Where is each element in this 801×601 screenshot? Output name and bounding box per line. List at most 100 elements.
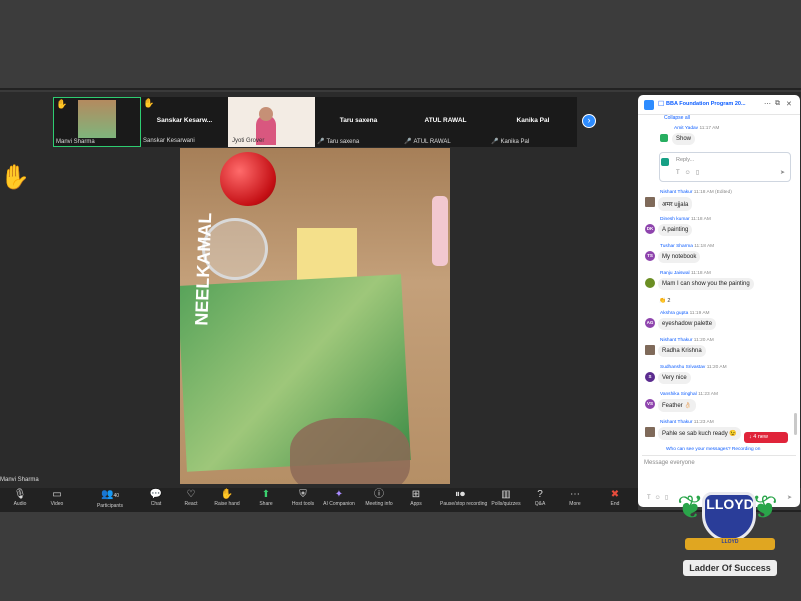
text-format-icon[interactable]: T: [676, 170, 685, 176]
participant-display-name: Sanskar Kesarw...: [156, 117, 213, 124]
participant-tile[interactable]: Taru saxena 🎤 Taru saxena: [315, 97, 402, 147]
close-icon[interactable]: ✕: [786, 100, 792, 108]
info-icon: ⓘ: [374, 489, 384, 500]
sender-name[interactable]: Nishant Thakur: [660, 190, 692, 195]
react-button[interactable]: ♡ React: [171, 488, 211, 507]
attach-icon[interactable]: ▯: [665, 495, 672, 501]
file-icon[interactable]: ▯: [696, 170, 704, 176]
sender-name[interactable]: Dinesh kumar: [660, 217, 690, 222]
team-chat-icon: ☐: [658, 101, 665, 108]
video-sticky-note: [297, 228, 357, 282]
tagline: Ladder Of Success: [683, 560, 777, 576]
sender-name[interactable]: Vanshika Singhal: [660, 392, 697, 397]
participant-name-row: 🎤 ATUL RAWAL: [404, 138, 451, 145]
chevron-right-icon: ›: [587, 115, 591, 125]
sender-name[interactable]: Nishant Thakur: [660, 420, 692, 425]
participant-tile[interactable]: ✋ Sanskar Kesarw... Sanskar Kesarwani: [141, 97, 228, 147]
avatar: [660, 134, 668, 142]
message-time: 11:20 AM: [693, 338, 714, 343]
sender-name[interactable]: Ranju Jaiswal: [660, 271, 690, 276]
who-can-see-link[interactable]: Who can see your messages? Recording on: [666, 447, 760, 452]
message-meta: Amit Yadav 11:17 AM: [674, 126, 719, 131]
popout-icon[interactable]: ⧉: [775, 100, 780, 108]
raised-hand-icon: ✋: [0, 164, 30, 191]
participant-tile[interactable]: ATUL RAWAL 🎤 ATUL RAWAL: [402, 97, 489, 147]
toolbar-label: Pause/stop recording: [440, 501, 488, 507]
participants-row: 👥40: [90, 488, 130, 503]
message-time: 11:18 AM (Edited): [693, 190, 732, 195]
message-meta: Akshra gupta 11:19 AM: [660, 311, 710, 316]
meeting-info-button[interactable]: ⓘ Meeting info: [359, 488, 399, 507]
camera-icon: ▭: [52, 489, 62, 500]
more-button[interactable]: ⋯ More: [555, 488, 595, 507]
participant-video-thumb: [78, 100, 116, 138]
raised-hand-icon: ✋: [143, 98, 155, 108]
recording-button[interactable]: ⏸⏺ Pause/stop recording: [440, 488, 488, 507]
chat-scrollbar[interactable]: [794, 413, 797, 435]
text-format-icon[interactable]: T: [647, 495, 655, 501]
emoji-icon[interactable]: ☺: [655, 495, 665, 501]
new-messages-button[interactable]: ↓ 4 new: [744, 432, 788, 443]
send-icon[interactable]: ➤: [787, 494, 792, 501]
avatar: [661, 158, 669, 166]
emoji-icon[interactable]: ☺: [685, 170, 696, 176]
message-placeholder: Message everyone: [644, 460, 695, 466]
sender-name[interactable]: Amit Yadav: [674, 126, 698, 131]
reply-tools: T☺▯: [676, 169, 704, 176]
sender-name[interactable]: Akshra gupta: [660, 311, 688, 316]
participants-button[interactable]: 👥40 Participants: [90, 488, 130, 509]
qa-icon: ?: [537, 489, 543, 500]
chat-title[interactable]: BBA Foundation Program 20...: [666, 101, 746, 107]
toolbar-label: Meeting info: [365, 501, 393, 507]
avatar: VS: [645, 399, 655, 409]
message-bubble: Very nice: [658, 372, 691, 384]
self-view-label: Manvi Sharma: [0, 477, 39, 483]
video-button[interactable]: ▭ Video: [37, 488, 77, 507]
ai-companion-button[interactable]: ✦ AI Companion: [319, 488, 359, 507]
collapse-all-link[interactable]: Collapse all: [664, 115, 690, 121]
end-button[interactable]: ✖ End: [595, 488, 635, 507]
audio-button[interactable]: 🎙 Audio: [0, 488, 40, 507]
mic-muted-icon: 🎤: [491, 139, 499, 145]
mic-muted-icon: 🎤: [404, 139, 412, 145]
reply-box[interactable]: Reply... T☺▯ ➤: [659, 152, 791, 182]
message-time: 11:18 AM: [690, 217, 711, 222]
raise-hand-button[interactable]: ✋ Raise hand: [207, 488, 247, 507]
host-tools-button[interactable]: ⛨ Host tools: [283, 488, 323, 507]
qa-button[interactable]: ? Q&A: [520, 488, 560, 507]
mic-muted-icon: 🎤: [317, 139, 325, 145]
more-options-icon[interactable]: ⋯: [764, 100, 771, 108]
message-bubble: Radha Krishna: [658, 345, 706, 357]
avatar: [645, 427, 655, 437]
sender-name[interactable]: Nishant Thakur: [660, 338, 692, 343]
participant-tile[interactable]: ✋ Manvi Sharma: [53, 97, 141, 147]
participant-tile[interactable]: Jyoti Grover: [228, 97, 315, 147]
toolbar-label: React: [184, 501, 198, 507]
main-video: NEELKAMAL: [180, 148, 450, 484]
sender-name[interactable]: Tushar Sharma: [660, 244, 693, 249]
toolbar-label: Participants: [96, 503, 124, 509]
gallery-strip: ✋ Manvi Sharma ✋ Sanskar Kesarw... Sansk…: [53, 97, 577, 147]
avatar: [645, 197, 655, 207]
message-meta: Sudhanshu Srivastav 11:20 AM: [660, 365, 727, 370]
chat-button[interactable]: 💬 Chat: [136, 488, 176, 507]
video-pink-object: [432, 196, 448, 266]
hand-icon: ✋: [220, 489, 234, 500]
toolbar-label: Q&A: [534, 501, 546, 507]
sparkle-icon: ✦: [334, 489, 344, 500]
participant-face: [259, 107, 273, 121]
avatar: [645, 345, 655, 355]
heart-icon: ♡: [186, 489, 196, 500]
share-button[interactable]: ⬆ Share: [246, 488, 286, 507]
sender-name[interactable]: Sudhanshu Srivastav: [660, 365, 705, 370]
message-bubble: Show: [672, 133, 696, 145]
reaction-badge[interactable]: 👏 2: [659, 298, 670, 304]
apps-button[interactable]: ⊞ Apps: [396, 488, 436, 507]
next-page-button[interactable]: ›: [582, 114, 596, 128]
message-meta: Nishant Thakur 11:23 AM: [660, 420, 714, 425]
participant-tile[interactable]: Kanika Pal 🎤 Kanika Pal: [489, 97, 577, 147]
toolbar-label: Audio: [13, 501, 27, 507]
participants-icon: 👥: [100, 489, 114, 500]
send-icon[interactable]: ➤: [780, 169, 785, 176]
participant-name-row: 🎤 Taru saxena: [317, 138, 359, 145]
